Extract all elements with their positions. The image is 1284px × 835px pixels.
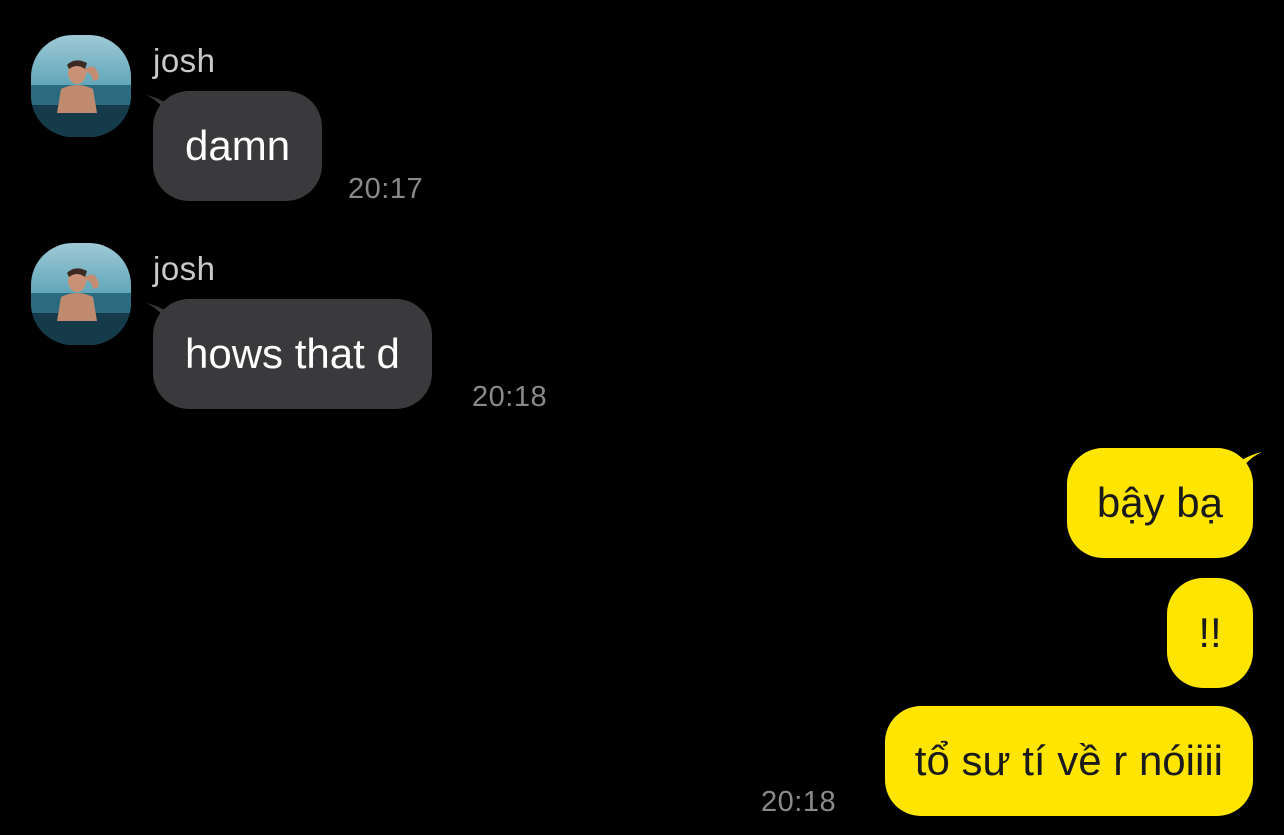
- message-bubble-incoming[interactable]: hows that d: [153, 299, 432, 409]
- sender-name: josh: [153, 42, 216, 79]
- message-text: tổ sư tí về r nóiiii: [914, 737, 1223, 784]
- message-bubble-outgoing[interactable]: tổ sư tí về r nóiiii: [884, 706, 1253, 816]
- message-timestamp: 20:18: [472, 381, 548, 413]
- message-text: damn: [185, 122, 291, 169]
- message-text: bậy bạ: [1096, 479, 1223, 526]
- message-bubble-outgoing[interactable]: !!: [1167, 578, 1253, 688]
- message-text: !!: [1198, 609, 1222, 656]
- sender-name: josh: [153, 250, 216, 287]
- avatar[interactable]: [31, 243, 131, 345]
- avatar[interactable]: [31, 35, 131, 137]
- message-timestamp: 20:17: [348, 173, 424, 205]
- message-text: hows that d: [185, 330, 400, 377]
- message-bubble-incoming[interactable]: damn: [153, 91, 323, 201]
- message-bubble-outgoing[interactable]: bậy bạ: [1066, 448, 1253, 558]
- message-timestamp: 20:18: [761, 786, 837, 818]
